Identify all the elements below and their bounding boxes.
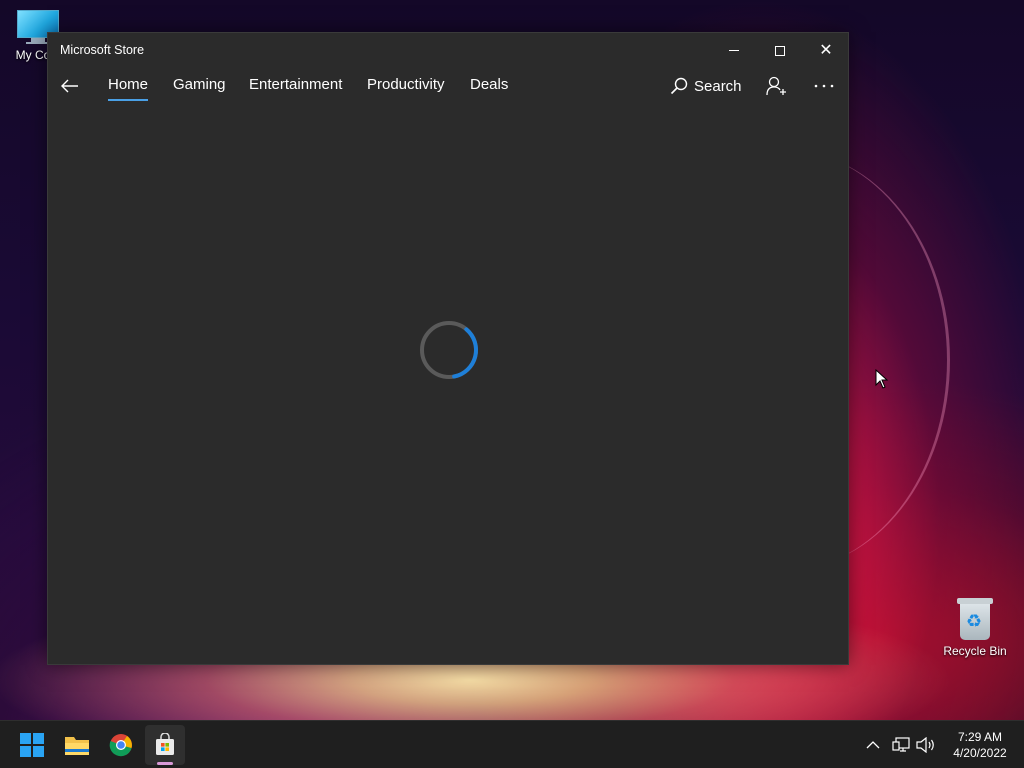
desktop-icon-recycle-bin[interactable]: ♻ Recycle Bin (935, 598, 1015, 658)
start-icon (20, 733, 44, 757)
desktop-icon-label: Recycle Bin (943, 644, 1007, 658)
start-button[interactable] (12, 725, 52, 765)
more-options-button[interactable] (810, 72, 838, 100)
clock-date: 4/20/2022 (953, 746, 1007, 760)
microsoft-store-window: Microsoft Store ✕ Home Gaming Entertainm… (47, 32, 849, 665)
taskbar-clock[interactable]: 7:29 AM 4/20/2022 (940, 729, 1020, 761)
close-button[interactable]: ✕ (803, 33, 849, 68)
microsoft-store-icon (156, 733, 174, 755)
search-icon (670, 77, 688, 95)
network-icon (892, 737, 910, 752)
title-bar[interactable]: Microsoft Store ✕ (48, 33, 848, 68)
show-hidden-icons-button[interactable] (862, 721, 884, 768)
nav-tab-gaming[interactable]: Gaming (173, 76, 226, 93)
chevron-up-icon (866, 741, 880, 749)
microsoft-store-button[interactable] (145, 725, 185, 765)
close-icon: ✕ (819, 41, 833, 59)
maximize-icon (775, 45, 785, 56)
chrome-button[interactable] (101, 725, 141, 765)
store-content-area (48, 108, 848, 664)
network-button[interactable] (890, 721, 912, 768)
nav-tab-home[interactable]: Home (108, 76, 149, 101)
back-button[interactable] (56, 72, 84, 100)
taskbar: 7:29 AM 4/20/2022 (0, 720, 1024, 768)
clock-time: 7:29 AM (957, 730, 1003, 744)
search-button[interactable]: Search (670, 72, 742, 100)
add-account-icon (766, 76, 786, 96)
maximize-button[interactable] (757, 33, 803, 68)
search-label: Search (694, 77, 742, 95)
window-title: Microsoft Store (60, 43, 145, 57)
store-nav-bar: Home Gaming Entertainment Productivity D… (48, 68, 848, 108)
file-explorer-button[interactable] (57, 725, 97, 765)
back-arrow-icon (61, 79, 78, 93)
chrome-icon (109, 734, 132, 757)
nav-tab-deals[interactable]: Deals (470, 76, 508, 93)
volume-button[interactable] (915, 721, 937, 768)
mouse-cursor-icon (875, 369, 889, 389)
loading-spinner-icon (420, 321, 479, 379)
nav-tab-productivity[interactable]: Productivity (367, 76, 445, 93)
recycle-bin-icon: ♻ (957, 598, 993, 640)
minimize-icon (729, 50, 739, 51)
volume-icon (916, 737, 934, 753)
more-icon (814, 84, 834, 88)
file-explorer-icon (65, 737, 89, 755)
nav-tab-entertainment[interactable]: Entertainment (249, 76, 342, 93)
minimize-button[interactable] (711, 33, 757, 68)
active-app-indicator (157, 762, 173, 765)
account-button[interactable] (764, 72, 790, 100)
